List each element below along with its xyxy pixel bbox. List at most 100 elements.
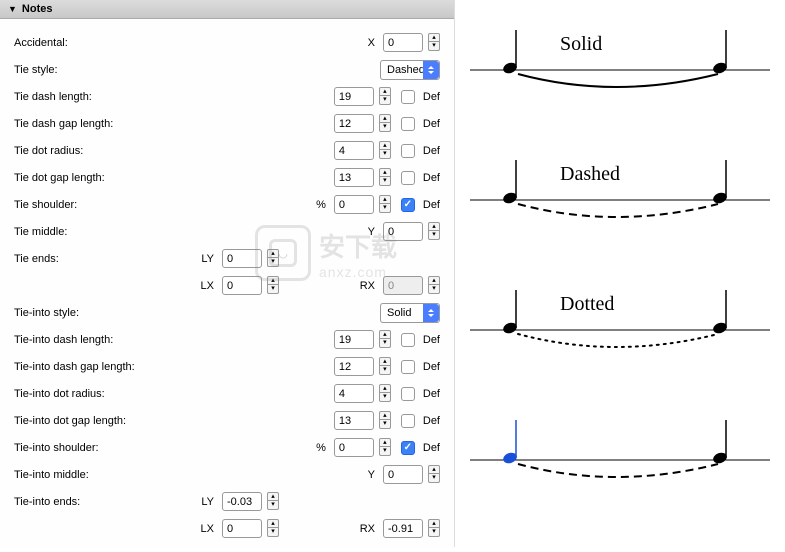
tie-middle-y-spinner[interactable]: ▴▾: [428, 222, 440, 241]
def-label: Def: [423, 334, 440, 346]
tie-dash-length-spinner[interactable]: ▴▾: [379, 87, 391, 106]
tie-into-dot-gap-length-input[interactable]: 13: [334, 411, 374, 430]
tie-into-dot-gap-length-def-checkbox[interactable]: [401, 414, 415, 428]
dashed-label: Dashed: [560, 163, 620, 185]
tie-into-ends-rx-spinner[interactable]: ▴▾: [428, 519, 440, 538]
preview-current: [470, 410, 770, 540]
percent-prefix: %: [301, 442, 326, 454]
solid-tie-icon: Solid: [470, 20, 770, 150]
rx-prefix: RX: [350, 523, 375, 535]
tie-shoulder-label: Tie shoulder:: [14, 199, 189, 211]
tie-dash-length-input[interactable]: 19: [334, 87, 374, 106]
percent-prefix: %: [301, 199, 326, 211]
def-label: Def: [423, 91, 440, 103]
rx-prefix: RX: [350, 280, 375, 292]
tie-into-style-value: Solid: [387, 307, 411, 319]
tie-ends-ly-input[interactable]: 0: [222, 249, 262, 268]
tie-into-shoulder-input[interactable]: 0: [334, 438, 374, 457]
panel-header[interactable]: ▼ Notes: [0, 0, 454, 19]
lx-prefix: LX: [189, 280, 214, 292]
tie-into-middle-y-spinner[interactable]: ▴▾: [428, 465, 440, 484]
tie-into-dash-length-label: Tie-into dash length:: [14, 334, 189, 346]
dropdown-arrows-icon: [423, 304, 439, 322]
tie-into-dot-radius-label: Tie-into dot radius:: [14, 388, 189, 400]
tie-into-shoulder-spinner[interactable]: ▴▾: [379, 438, 391, 457]
tie-ends-lx-spinner[interactable]: ▴▾: [267, 276, 279, 295]
tie-middle-label: Tie middle:: [14, 226, 189, 238]
tie-ends-lx-input[interactable]: 0: [222, 276, 262, 295]
panel-title: Notes: [22, 3, 53, 15]
tie-into-ends-rx-input[interactable]: -0.91: [383, 519, 423, 538]
accidental-x-spinner[interactable]: ▴▾: [428, 33, 440, 52]
tie-into-style-select[interactable]: Solid: [380, 303, 440, 323]
tie-into-ends-ly-input[interactable]: -0.03: [222, 492, 262, 511]
def-label: Def: [423, 361, 440, 373]
disclosure-triangle-icon[interactable]: ▼: [8, 4, 17, 14]
dropdown-arrows-icon: [423, 61, 439, 79]
tie-style-label: Tie style:: [14, 64, 189, 76]
tie-into-dash-gap-length-label: Tie-into dash gap length:: [14, 361, 189, 373]
tie-dash-gap-length-spinner[interactable]: ▴▾: [379, 114, 391, 133]
solid-label: Solid: [560, 33, 602, 55]
tie-dash-gap-length-label: Tie dash gap length:: [14, 118, 189, 130]
def-label: Def: [423, 172, 440, 184]
tie-shoulder-spinner[interactable]: ▴▾: [379, 195, 391, 214]
accidental-x-input[interactable]: 0: [383, 33, 423, 52]
tie-into-dot-radius-spinner[interactable]: ▴▾: [379, 384, 391, 403]
tie-dot-radius-spinner[interactable]: ▴▾: [379, 141, 391, 160]
tie-dash-gap-length-def-checkbox[interactable]: [401, 117, 415, 131]
x-prefix: X: [350, 37, 375, 49]
def-label: Def: [423, 118, 440, 130]
ly-prefix: LY: [189, 253, 214, 265]
preview-solid: Solid: [470, 20, 770, 150]
tie-into-dash-length-spinner[interactable]: ▴▾: [379, 330, 391, 349]
tie-into-style-label: Tie-into style:: [14, 307, 189, 319]
tie-dot-radius-input[interactable]: 4: [334, 141, 374, 160]
tie-style-select[interactable]: Dashed: [380, 60, 440, 80]
tie-ends-rx-spinner[interactable]: ▴▾: [428, 276, 440, 295]
tie-into-ends-ly-spinner[interactable]: ▴▾: [267, 492, 279, 511]
tie-into-ends-label: Tie-into ends:: [14, 496, 189, 508]
preview-dashed: Dashed: [470, 150, 770, 280]
tie-into-ends-lx-input[interactable]: 0: [222, 519, 262, 538]
tie-middle-y-input[interactable]: 0: [383, 222, 423, 241]
tie-dot-radius-def-checkbox[interactable]: [401, 144, 415, 158]
tie-dash-length-label: Tie dash length:: [14, 91, 189, 103]
dotted-tie-icon: Dotted: [470, 280, 770, 410]
tie-dot-gap-length-def-checkbox[interactable]: [401, 171, 415, 185]
current-tie-icon: [470, 410, 770, 540]
tie-into-dot-radius-input[interactable]: 4: [334, 384, 374, 403]
tie-dot-gap-length-input[interactable]: 13: [334, 168, 374, 187]
tie-dash-length-def-checkbox[interactable]: [401, 90, 415, 104]
tie-dot-gap-length-spinner[interactable]: ▴▾: [379, 168, 391, 187]
y-prefix: Y: [350, 226, 375, 238]
tie-dot-radius-label: Tie dot radius:: [14, 145, 189, 157]
lx-prefix: LX: [189, 523, 214, 535]
def-label: Def: [423, 145, 440, 157]
tie-ends-ly-spinner[interactable]: ▴▾: [267, 249, 279, 268]
tie-into-dot-radius-def-checkbox[interactable]: [401, 387, 415, 401]
dotted-label: Dotted: [560, 293, 614, 315]
y-prefix: Y: [350, 469, 375, 481]
def-label: Def: [423, 415, 440, 427]
tie-into-shoulder-label: Tie-into shoulder:: [14, 442, 189, 454]
tie-dot-gap-length-label: Tie dot gap length:: [14, 172, 189, 184]
tie-shoulder-def-checkbox[interactable]: [401, 198, 415, 212]
tie-into-dot-gap-length-label: Tie-into dot gap length:: [14, 415, 189, 427]
tie-into-dash-gap-length-spinner[interactable]: ▴▾: [379, 357, 391, 376]
tie-into-dot-gap-length-spinner[interactable]: ▴▾: [379, 411, 391, 430]
accidental-label: Accidental:: [14, 37, 189, 49]
tie-into-middle-y-input[interactable]: 0: [383, 465, 423, 484]
tie-into-dash-length-def-checkbox[interactable]: [401, 333, 415, 347]
tie-into-ends-lx-spinner[interactable]: ▴▾: [267, 519, 279, 538]
def-label: Def: [423, 199, 440, 211]
tie-into-middle-label: Tie-into middle:: [14, 469, 189, 481]
tie-ends-rx-input: 0: [383, 276, 423, 295]
tie-into-dash-gap-length-input[interactable]: 12: [334, 357, 374, 376]
dashed-tie-icon: Dashed: [470, 150, 770, 280]
tie-into-dash-length-input[interactable]: 19: [334, 330, 374, 349]
tie-dash-gap-length-input[interactable]: 12: [334, 114, 374, 133]
tie-shoulder-input[interactable]: 0: [334, 195, 374, 214]
tie-into-dash-gap-length-def-checkbox[interactable]: [401, 360, 415, 374]
tie-into-shoulder-def-checkbox[interactable]: [401, 441, 415, 455]
